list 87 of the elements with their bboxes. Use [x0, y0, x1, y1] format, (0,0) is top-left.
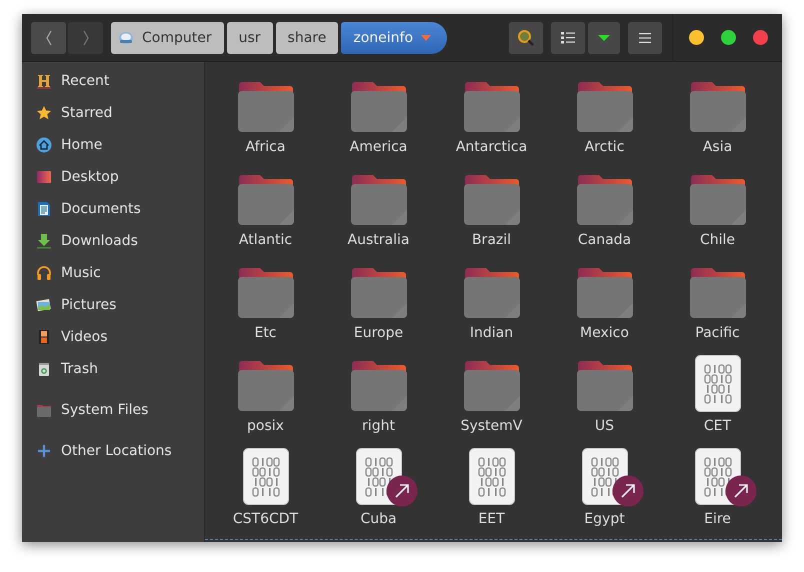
- folder-icon: [350, 265, 408, 319]
- folder-icon: [236, 172, 294, 226]
- menu-button[interactable]: [628, 22, 662, 54]
- file-item[interactable]: Antarctica: [435, 73, 548, 166]
- binary-file-icon: [468, 448, 514, 505]
- view-options-button[interactable]: [588, 22, 620, 54]
- window-control-button[interactable]: [689, 30, 704, 45]
- file-item[interactable]: Europe: [322, 259, 435, 352]
- starred-icon: [36, 105, 52, 121]
- desktop-icon: [36, 169, 52, 185]
- file-item[interactable]: SystemV: [435, 352, 548, 445]
- path-button[interactable]: Computer: [111, 22, 224, 54]
- pictures-icon: [36, 297, 52, 313]
- sidebar-item[interactable]: Trash: [22, 353, 204, 385]
- folder-icon: [462, 265, 520, 319]
- videos-icon: [36, 329, 52, 345]
- file-item[interactable]: Mexico: [548, 259, 661, 352]
- music-icon: [36, 265, 52, 281]
- file-item[interactable]: Egypt: [548, 445, 661, 538]
- sidebar-item[interactable]: Desktop: [22, 161, 204, 193]
- folder-icon: [350, 79, 408, 133]
- file-item[interactable]: Asia: [661, 73, 774, 166]
- file-item[interactable]: Arctic: [548, 73, 661, 166]
- folder-icon: [576, 265, 634, 319]
- file-item[interactable]: Pacific: [661, 259, 774, 352]
- drive-icon: [118, 30, 134, 46]
- search-icon: [517, 28, 535, 46]
- file-item[interactable]: Australia: [322, 166, 435, 259]
- chevron-left-icon: [44, 30, 52, 46]
- sidebar-item[interactable]: Documents: [22, 193, 204, 225]
- file-item[interactable]: America: [322, 73, 435, 166]
- file-item[interactable]: Chile: [661, 166, 774, 259]
- sidebar-item[interactable]: Downloads: [22, 225, 204, 257]
- window-control-button[interactable]: [721, 30, 736, 45]
- sidebar-item[interactable]: Other Locations: [22, 435, 204, 467]
- downloads-icon: [36, 233, 52, 249]
- file-item[interactable]: Cuba: [322, 445, 435, 538]
- file-item[interactable]: Etc: [209, 259, 322, 352]
- folder-icon: [462, 358, 520, 412]
- file-item[interactable]: Canada: [548, 166, 661, 259]
- sidebar-item[interactable]: Recent: [22, 65, 204, 97]
- binary-file-icon: [242, 448, 288, 505]
- list-view-button[interactable]: [551, 22, 585, 54]
- caret-icon: [598, 34, 610, 40]
- trash-icon: [36, 361, 52, 377]
- file-item[interactable]: Brazil: [435, 166, 548, 259]
- sidebar-item[interactable]: Music: [22, 257, 204, 289]
- folder-icon: [576, 79, 634, 133]
- documents-icon: [36, 201, 52, 217]
- folder-icon: [576, 172, 634, 226]
- file-item[interactable]: US: [548, 352, 661, 445]
- folder-icon: [350, 358, 408, 412]
- file-item[interactable]: posix: [209, 352, 322, 445]
- sidebar-item[interactable]: System Files: [22, 394, 204, 426]
- binary-file-icon: [694, 355, 740, 412]
- menu-icon: [639, 32, 651, 42]
- sidebar-item[interactable]: Videos: [22, 321, 204, 353]
- window-control-button[interactable]: [753, 30, 768, 45]
- folder-icon: [688, 79, 746, 133]
- folder-icon: [462, 172, 520, 226]
- folder-icon: [462, 79, 520, 133]
- folder-icon: [236, 79, 294, 133]
- file-item[interactable]: Indian: [435, 259, 548, 352]
- file-item[interactable]: Eire: [661, 445, 774, 538]
- path-button[interactable]: share: [276, 22, 338, 54]
- folder-icon: [688, 172, 746, 226]
- list-icon: [561, 32, 575, 44]
- caret-icon: [421, 34, 432, 40]
- file-item[interactable]: right: [322, 352, 435, 445]
- file-item[interactable]: Atlantic: [209, 166, 322, 259]
- path-button[interactable]: zoneinfo: [341, 22, 448, 54]
- file-item[interactable]: EET: [435, 445, 548, 538]
- sidebar-item[interactable]: Starred: [22, 97, 204, 129]
- sidebar-item[interactable]: Pictures: [22, 289, 204, 321]
- folder-icon: [688, 265, 746, 319]
- file-item[interactable]: CET: [661, 352, 774, 445]
- folder-icon: [576, 358, 634, 412]
- folder-icon: [236, 358, 294, 412]
- file-item[interactable]: CST6CDT: [209, 445, 322, 538]
- file-item[interactable]: Africa: [209, 73, 322, 166]
- folder-icon: [236, 265, 294, 319]
- folder-icon: [350, 172, 408, 226]
- sidebar-item[interactable]: Home: [22, 129, 204, 161]
- home-icon: [36, 137, 52, 153]
- chevron-right-icon: [82, 30, 90, 46]
- path-button[interactable]: usr: [226, 22, 273, 54]
- search-button[interactable]: [509, 22, 543, 54]
